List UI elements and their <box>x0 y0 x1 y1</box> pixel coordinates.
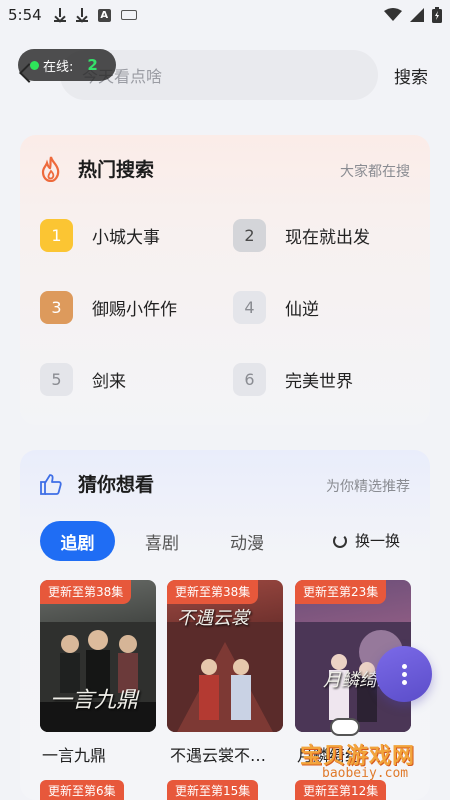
online-count: 2 <box>87 56 98 74</box>
watermark-url: baobeiy.com <box>322 766 409 781</box>
poster-image <box>40 622 156 732</box>
guess-title: 猜你想看 <box>78 474 155 496</box>
update-badge: 更新至第38集 <box>167 580 259 604</box>
more-dots-icon <box>401 671 407 677</box>
hot-search-subtitle: 大家都在搜 <box>340 164 410 180</box>
wifi-icon <box>384 8 402 21</box>
update-badge: 更新至第15集 <box>167 780 259 800</box>
download-icon <box>53 8 66 22</box>
hot-search-card: 热门搜索 大家都在搜 1 小城大事 2 现在就出发 3 御赐小仵作 4 仙逆 5… <box>20 135 430 425</box>
hot-search-item[interactable]: 5 剑来 <box>40 363 126 396</box>
hot-search-header: 热门搜索 <box>40 155 154 182</box>
hot-search-item-title: 小城大事 <box>92 228 160 248</box>
hot-search-item-title: 剑来 <box>92 372 126 392</box>
poster-art-text: 不遇云裳 <box>177 608 249 629</box>
tab-comedy[interactable]: 喜剧 <box>134 521 190 561</box>
hot-search-item[interactable]: 2 现在就出发 <box>233 219 370 252</box>
hot-search-title: 热门搜索 <box>78 159 155 181</box>
refresh-button[interactable]: 换一换 <box>332 530 400 551</box>
update-badge: 更新至第23集 <box>295 580 387 604</box>
system-icons <box>384 7 442 23</box>
hot-search-item[interactable]: 4 仙逆 <box>233 291 319 324</box>
notification-icons: A <box>53 8 137 22</box>
hot-search-item[interactable]: 3 御赐小仵作 <box>40 291 177 324</box>
gamepad-icon <box>330 718 360 736</box>
hot-search-item-title: 现在就出发 <box>285 228 370 248</box>
guess-subtitle: 为你精选推荐 <box>326 479 410 495</box>
more-dots-icon <box>401 679 407 685</box>
download-icon <box>75 8 88 22</box>
poster-image <box>167 622 283 732</box>
hot-search-item-title: 御赐小仵作 <box>92 300 177 320</box>
update-badge: 更新至第38集 <box>40 580 132 604</box>
poster-art-text: 一言九鼎 <box>50 688 139 713</box>
hot-search-item[interactable]: 1 小城大事 <box>40 219 160 252</box>
more-dots-icon <box>401 663 407 669</box>
more-fab-button[interactable] <box>376 646 432 702</box>
rank-number: 2 <box>233 219 266 252</box>
status-time: 5:54 <box>8 6 42 24</box>
poster-card[interactable]: 不遇云裳 更新至第38集 <box>167 580 283 732</box>
app-notification-icon: A <box>97 8 111 22</box>
signal-icon <box>410 8 424 22</box>
poster-title[interactable]: 一言九鼎 <box>42 742 160 766</box>
refresh-label: 换一换 <box>354 532 400 550</box>
hot-search-item[interactable]: 6 完美世界 <box>233 363 353 396</box>
hot-search-item-title: 仙逆 <box>285 300 319 320</box>
status-bar: 5:54 A <box>0 0 450 30</box>
rank-number: 4 <box>233 291 266 324</box>
thumbs-up-icon <box>40 473 62 495</box>
fire-icon <box>41 156 60 182</box>
guess-header: 猜你想看 <box>40 470 154 497</box>
site-watermark: 宝贝游戏网 baobeiy.com <box>300 718 440 788</box>
update-badge: 更新至第6集 <box>40 780 124 800</box>
tab-anime[interactable]: 动漫 <box>219 521 275 561</box>
online-badge: 在线: 2 <box>18 49 116 81</box>
rank-number: 5 <box>40 363 73 396</box>
search-button[interactable]: 搜索 <box>394 63 428 88</box>
refresh-icon <box>332 533 347 548</box>
rank-number: 6 <box>233 363 266 396</box>
hot-search-item-title: 完美世界 <box>285 372 353 392</box>
battery-icon <box>432 7 442 23</box>
poster-card[interactable]: 一言九鼎 更新至第38集 <box>40 580 156 732</box>
rank-number: 1 <box>40 219 73 252</box>
poster-title[interactable]: 不遇云裳不… <box>170 742 288 766</box>
online-status-dot <box>30 60 39 70</box>
online-label: 在线: <box>43 59 74 75</box>
tab-drama[interactable]: 追剧 <box>40 521 115 561</box>
rank-number: 3 <box>40 291 73 324</box>
keyboard-icon <box>120 10 137 20</box>
